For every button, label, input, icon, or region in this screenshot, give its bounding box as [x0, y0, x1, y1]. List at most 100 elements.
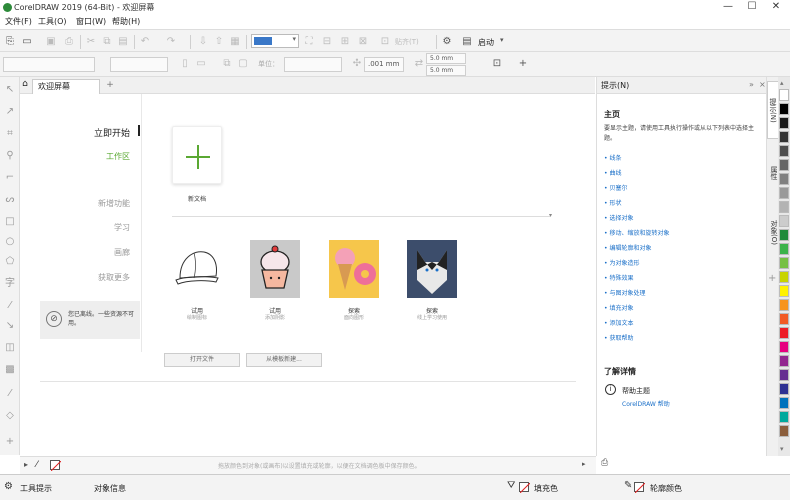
hint-link-fill[interactable]: • 填充对象 — [604, 303, 633, 312]
hint-link-curves[interactable]: • 曲线 — [604, 168, 621, 177]
menu-window[interactable]: 窗口(W) — [76, 16, 106, 27]
new-document-card[interactable] — [172, 126, 222, 184]
palette-swatch[interactable] — [779, 215, 789, 227]
paste-icon[interactable]: ▤ — [116, 35, 130, 49]
palette-swatch[interactable] — [779, 257, 789, 269]
font-dropdown[interactable] — [3, 57, 95, 72]
tab-welcome-screen[interactable]: 欢迎屏幕 — [32, 79, 100, 94]
nav-get-more[interactable]: 获取更多 — [98, 272, 130, 283]
new-from-template-button[interactable]: 从模板新建... — [246, 353, 322, 367]
palette-swatch[interactable] — [779, 299, 789, 311]
transparency-tool-icon[interactable]: ▩ — [3, 363, 17, 377]
minimize-button[interactable]: — — [716, 0, 740, 15]
palette-swatch[interactable] — [779, 383, 789, 395]
save-icon[interactable]: ▣ — [44, 35, 58, 49]
palette-swatch[interactable] — [779, 187, 789, 199]
import-icon[interactable]: ⇩ — [196, 35, 210, 49]
collapse-chevron-icon[interactable]: ▾ — [549, 212, 552, 219]
full-screen-icon[interactable]: ⛶ — [302, 35, 316, 49]
new-tab-button[interactable]: + — [104, 80, 116, 92]
palette-swatch[interactable] — [779, 201, 789, 213]
outline-swatch[interactable] — [634, 482, 646, 494]
palette-swatch[interactable] — [779, 341, 789, 353]
grid-icon[interactable]: ⊞ — [338, 35, 352, 49]
palette-arrow-icon[interactable]: ▸ — [24, 460, 28, 469]
redo-icon[interactable]: ↷ — [164, 35, 178, 49]
palette-swatch[interactable] — [779, 271, 789, 283]
hint-link-bezier[interactable]: • 贝塞尔 — [604, 183, 627, 192]
docker-close-icon[interactable]: × — [759, 80, 766, 89]
hint-link-help[interactable]: • 获取帮助 — [604, 333, 633, 342]
palette-swatch[interactable] — [779, 159, 789, 171]
palette-swatch[interactable] — [779, 285, 789, 297]
palette-swatch[interactable] — [779, 411, 789, 423]
menu-tools[interactable]: 工具(O) — [38, 16, 67, 27]
landscape-icon[interactable]: ▭ — [194, 57, 208, 71]
hint-link-effects[interactable]: • 特殊效果 — [604, 273, 633, 282]
palette-swatch[interactable] — [779, 229, 789, 241]
add-icon[interactable]: + — [516, 57, 530, 71]
hint-link-object-handling[interactable]: • 与图对象处理 — [604, 288, 645, 297]
add-tool-icon[interactable]: + — [3, 435, 17, 449]
menu-help[interactable]: 帮助(H) — [112, 16, 140, 27]
text-tool-icon[interactable]: 字 — [3, 277, 17, 291]
docker-lock-icon[interactable]: ⎙ — [601, 458, 608, 468]
palette-swatch[interactable] — [779, 369, 789, 381]
hint-link-shaping[interactable]: • 为对象造形 — [604, 258, 639, 267]
hint-link-transform[interactable]: • 移动、缩放和旋转对象 — [604, 228, 669, 237]
palette-swatch[interactable] — [779, 117, 789, 129]
palette-scroll-down-icon[interactable]: ▾ — [780, 445, 784, 453]
parallel-dimension-icon[interactable]: ⁄ — [3, 299, 17, 313]
duplicate-x-field[interactable]: 5.0 mm — [426, 53, 466, 64]
palette-swatch[interactable] — [779, 313, 789, 325]
menu-file[interactable]: 文件(F) — [5, 16, 32, 27]
nav-learn[interactable]: 学习 — [114, 222, 130, 233]
nudge-distance-field[interactable]: .001 mm — [364, 57, 404, 72]
print-icon[interactable]: ⎙ — [62, 35, 76, 49]
zoom-tool-icon[interactable]: ⚲ — [3, 149, 17, 163]
palette-swatch[interactable] — [779, 173, 789, 185]
open-file-button[interactable]: 打开文件 — [164, 353, 240, 367]
connector-tool-icon[interactable]: ↘ — [3, 319, 17, 333]
hint-link-shapes[interactable]: • 形状 — [604, 198, 621, 207]
treat-as-filled-icon[interactable]: ⊡ — [490, 57, 504, 71]
recent-thumb-icecream[interactable] — [329, 240, 379, 298]
recent-thumb-cupcake[interactable] — [250, 240, 300, 298]
page-size-dropdown[interactable] — [110, 57, 168, 72]
palette-swatch[interactable] — [779, 243, 789, 255]
close-button[interactable]: ✕ — [764, 0, 788, 15]
eyedropper-tool-icon[interactable]: ⁄ — [3, 387, 17, 401]
guidelines-icon[interactable]: ⊠ — [356, 35, 370, 49]
docker-collapse-icon[interactable]: » — [749, 80, 754, 89]
hint-link-text[interactable]: • 添加文本 — [604, 318, 633, 327]
palette-swatch[interactable] — [779, 131, 789, 143]
snap-icon[interactable]: ⊡ — [378, 35, 392, 49]
nav-workspace[interactable]: 工作区 — [106, 151, 130, 162]
launch-icon[interactable]: ▤ — [460, 35, 474, 49]
freehand-tool-icon[interactable]: ⌐ — [3, 171, 17, 185]
hint-link-lines[interactable]: • 线条 — [604, 153, 621, 162]
palette-swatch[interactable] — [779, 327, 789, 339]
ellipse-tool-icon[interactable]: ○ — [3, 235, 17, 249]
hint-link-edit-outline[interactable]: • 编辑轮廓和对象 — [604, 243, 651, 252]
launch-label[interactable]: 启动 — [478, 37, 494, 48]
nav-whats-new[interactable]: 新增功能 — [98, 198, 130, 209]
launch-chevron-icon[interactable]: ▾ — [500, 36, 504, 44]
shape-tool-icon[interactable]: ↗ — [3, 105, 17, 119]
polygon-tool-icon[interactable]: ⬠ — [3, 255, 17, 269]
export-icon[interactable]: ⇧ — [212, 35, 226, 49]
portrait-icon[interactable]: ▯ — [178, 57, 192, 71]
palette-swatch[interactable] — [779, 355, 789, 367]
recent-thumb-cap[interactable] — [172, 240, 222, 298]
coreldraw-help-link[interactable]: CorelDRAW 帮助 — [622, 399, 670, 408]
copy-icon[interactable]: ⧉ — [100, 35, 114, 49]
palette-scroll-up-icon[interactable]: ▴ — [780, 79, 784, 87]
new-document-icon[interactable]: ⎘ — [3, 35, 17, 49]
hint-link-select[interactable]: • 选择对象 — [604, 213, 633, 222]
undo-icon[interactable]: ↶ — [138, 35, 152, 49]
duplicate-y-field[interactable]: 5.0 mm — [426, 65, 466, 76]
eyedropper-icon[interactable]: ⁄ — [36, 460, 38, 470]
all-pages-icon[interactable]: ⧉ — [220, 57, 234, 71]
fill-swatch[interactable] — [519, 482, 531, 494]
interactive-fill-icon[interactable]: ◇ — [3, 409, 17, 423]
